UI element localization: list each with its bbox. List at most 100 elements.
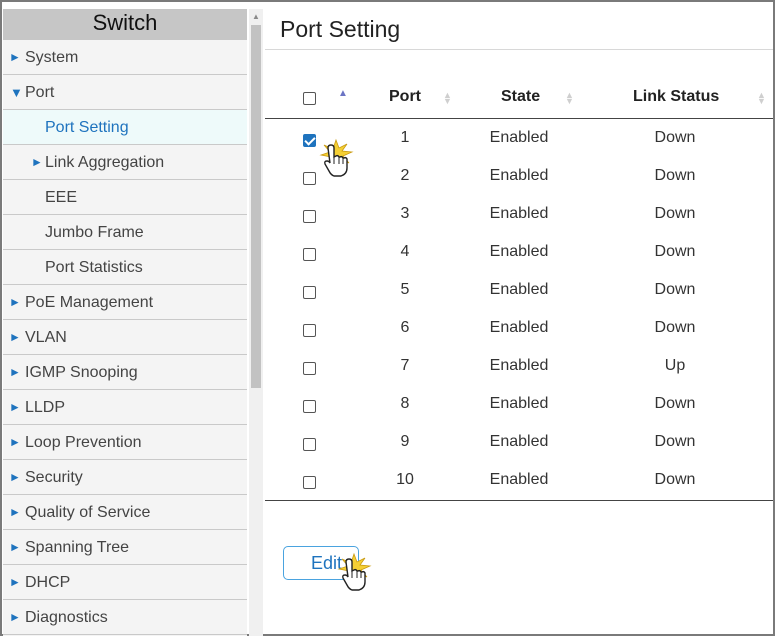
sidebar-item-label: IGMP Snooping	[25, 364, 138, 381]
table-bottom-border	[265, 500, 773, 501]
row-checkbox[interactable]	[303, 476, 316, 489]
expand-arrow-icon: ►	[9, 540, 21, 554]
sidebar-item-label: Loop Prevention	[25, 434, 142, 451]
expand-arrow-icon: ►	[9, 330, 21, 344]
port-cell: 10	[396, 471, 414, 488]
state-cell: Enabled	[489, 319, 549, 336]
port-cell: 1	[400, 129, 410, 146]
sidebar-item-port-setting[interactable]: Port Setting	[3, 110, 247, 145]
state-cell: Enabled	[489, 167, 549, 184]
table-row[interactable]: 8 Enabled Down	[265, 385, 773, 423]
expand-arrow-icon: ►	[9, 470, 21, 484]
sidebar-item-label: LLDP	[25, 399, 66, 416]
link-status-cell: Down	[654, 471, 696, 488]
link-status-cell: Down	[654, 319, 696, 336]
column-header-link-status[interactable]: Link Status	[633, 78, 719, 118]
sidebar-item-label: DHCP	[25, 574, 71, 591]
link-status-cell: Down	[654, 395, 696, 412]
collapse-arrow-icon: ▼	[10, 85, 23, 100]
port-cell: 9	[400, 433, 410, 450]
expand-arrow-icon: ►	[9, 365, 21, 379]
port-cell: 3	[400, 205, 410, 222]
sidebar-item-spanning-tree[interactable]: ► Spanning Tree	[3, 530, 247, 565]
sidebar-item-label: VLAN	[25, 329, 67, 346]
link-status-cell: Down	[654, 167, 696, 184]
sidebar-item-port[interactable]: ▼ Port	[3, 75, 247, 110]
column-header-port[interactable]: Port	[389, 78, 421, 118]
sidebar-item-label: Port Setting	[45, 119, 129, 136]
expand-arrow-icon: ►	[31, 155, 43, 169]
row-checkbox[interactable]	[303, 286, 316, 299]
row-checkbox[interactable]	[303, 248, 316, 261]
sort-arrows-icon[interactable]: ▲ ▼	[443, 91, 452, 106]
sidebar-item-poe-management[interactable]: ► PoE Management	[3, 285, 247, 320]
sort-arrows-icon[interactable]: ▲ ▼	[565, 91, 574, 106]
sidebar-item-label: Diagnostics	[25, 609, 108, 626]
state-cell: Enabled	[489, 281, 549, 298]
state-cell: Enabled	[489, 129, 549, 146]
expand-arrow-icon: ►	[9, 575, 21, 589]
sort-arrows-icon[interactable]: ▲ ▼	[757, 91, 766, 106]
sidebar: Switch ► System ▼ Port Port Setting ► Link Agg…	[3, 9, 247, 636]
sidebar-item-quality-of-service[interactable]: ► Quality of Service	[3, 495, 247, 530]
sidebar-item-label: PoE Management	[25, 294, 154, 311]
table-row[interactable]: 10 Enabled Down	[265, 461, 773, 499]
port-cell: 6	[400, 319, 410, 336]
expand-arrow-icon: ►	[9, 435, 21, 449]
sidebar-item-diagnostics[interactable]: ► Diagnostics	[3, 600, 247, 635]
sidebar-item-jumbo-frame[interactable]: Jumbo Frame	[3, 215, 247, 250]
sidebar-item-label: System	[25, 49, 79, 66]
row-checkbox[interactable]	[303, 362, 316, 375]
main-panel: Port Setting ▲ Port ▲ ▼ State ▲ ▼ Link Sta…	[265, 2, 773, 634]
sidebar-item-eee[interactable]: EEE	[3, 180, 247, 215]
table-row[interactable]: 9 Enabled Down	[265, 423, 773, 461]
sidebar-item-label: Jumbo Frame	[45, 224, 144, 241]
table-row[interactable]: 3 Enabled Down	[265, 195, 773, 233]
sidebar-item-dhcp[interactable]: ► DHCP	[3, 565, 247, 600]
table-row[interactable]: 5 Enabled Down	[265, 271, 773, 309]
column-header-state[interactable]: State	[501, 78, 540, 118]
row-checkbox[interactable]	[303, 210, 316, 223]
expand-arrow-icon: ►	[9, 50, 21, 64]
select-all-checkbox[interactable]	[303, 92, 316, 105]
row-checkbox[interactable]	[303, 324, 316, 337]
expand-arrow-icon: ►	[9, 400, 21, 414]
expand-arrow-icon: ►	[9, 295, 21, 309]
sidebar-item-lldp[interactable]: ► LLDP	[3, 390, 247, 425]
expand-arrow-icon: ►	[9, 505, 21, 519]
sidebar-item-port-statistics[interactable]: Port Statistics	[3, 250, 247, 285]
sidebar-menu: ► System ▼ Port Port Setting ► Link Aggregatio…	[3, 40, 247, 635]
link-status-cell: Up	[664, 357, 686, 374]
link-status-cell: Down	[654, 205, 696, 222]
sidebar-scrollbar[interactable]: ▲	[249, 9, 263, 636]
sort-ascending-icon[interactable]: ▲	[338, 88, 348, 99]
hand-pointer-click-icon	[337, 552, 372, 591]
table-row[interactable]: 4 Enabled Down	[265, 233, 773, 271]
port-cell: 8	[400, 395, 410, 412]
link-status-cell: Down	[654, 433, 696, 450]
sidebar-item-system[interactable]: ► System	[3, 40, 247, 75]
table-row[interactable]: 7 Enabled Up	[265, 347, 773, 385]
sidebar-item-igmp-snooping[interactable]: ► IGMP Snooping	[3, 355, 247, 390]
sidebar-item-label: EEE	[45, 189, 78, 206]
row-checkbox[interactable]	[303, 134, 316, 147]
port-cell: 5	[400, 281, 410, 298]
sidebar-item-label: Port	[25, 84, 55, 101]
sidebar-item-security[interactable]: ► Security	[3, 460, 247, 495]
state-cell: Enabled	[489, 205, 549, 222]
row-checkbox[interactable]	[303, 172, 316, 185]
sidebar-item-loop-prevention[interactable]: ► Loop Prevention	[3, 425, 247, 460]
sidebar-item-label: Link Aggregation	[45, 154, 165, 171]
row-checkbox[interactable]	[303, 438, 316, 451]
scroll-up-arrow-icon[interactable]: ▲	[249, 11, 263, 23]
link-status-cell: Down	[654, 243, 696, 260]
sidebar-item-link-aggregation[interactable]: ► Link Aggregation	[3, 145, 247, 180]
sidebar-item-vlan[interactable]: ► VLAN	[3, 320, 247, 355]
port-cell: 2	[400, 167, 410, 184]
row-checkbox[interactable]	[303, 400, 316, 413]
page-title: Port Setting	[280, 16, 401, 42]
sidebar-title: Switch	[3, 9, 247, 40]
scrollbar-thumb[interactable]	[251, 25, 261, 388]
table-header: ▲ Port ▲ ▼ State ▲ ▼ Link Status ▲ ▼	[265, 78, 773, 119]
table-row[interactable]: 6 Enabled Down	[265, 309, 773, 347]
